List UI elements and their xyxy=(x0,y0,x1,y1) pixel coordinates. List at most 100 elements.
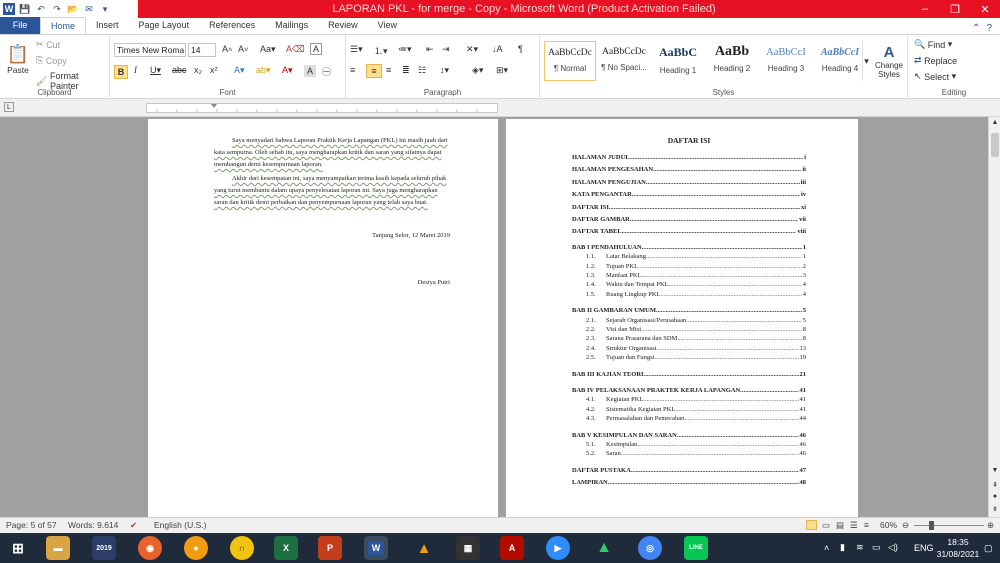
tab-selector-icon[interactable]: L xyxy=(4,102,14,112)
toc-chapter-row[interactable]: BAB V KESIMPULAN DAN SARAN..............… xyxy=(572,431,806,440)
save-icon[interactable]: 💾 xyxy=(19,3,31,15)
excel-icon[interactable]: X xyxy=(274,536,298,560)
shading-icon[interactable]: ◈▾ xyxy=(472,65,483,76)
customize-qat-icon[interactable]: ▾ xyxy=(99,3,111,15)
line-app-icon[interactable]: LINE xyxy=(684,536,708,560)
style-heading-2[interactable]: AaBb Heading 2 xyxy=(706,41,758,81)
windows-start-icon[interactable]: ⊞ xyxy=(6,536,30,560)
file-explorer-icon[interactable]: ▬ xyxy=(46,536,70,560)
toc-chapter-row[interactable]: BAB I PENDAHULUAN.......................… xyxy=(572,243,806,252)
zoom-slider-thumb[interactable] xyxy=(929,521,934,530)
toc-subsection-row[interactable]: 4.1. Kegiatan PKL........................… xyxy=(586,395,806,404)
firefox-icon[interactable]: ◉ xyxy=(138,536,162,560)
wifi-icon[interactable]: ≋ xyxy=(856,542,864,553)
vertical-scrollbar[interactable]: ▲ ▼ ⇞ ● ⇟ xyxy=(988,117,1000,517)
author-name[interactable]: Destya Putri xyxy=(328,279,450,286)
bullets-icon[interactable]: ☰▾ xyxy=(350,44,363,55)
video-editor-icon[interactable]: ▦ xyxy=(456,536,480,560)
acrobat-icon[interactable]: A xyxy=(500,536,524,560)
network-icon[interactable]: ▭ xyxy=(872,542,881,553)
first-line-indent-marker[interactable] xyxy=(211,104,217,108)
copy-button[interactable]: ⎘ Copy xyxy=(36,55,67,66)
asian-layout-icon[interactable]: ✕▾ xyxy=(466,44,478,55)
borders-icon[interactable]: ⊞▾ xyxy=(496,65,508,76)
subscript-icon[interactable]: x₂ xyxy=(194,65,202,75)
scroll-down-icon[interactable]: ▼ xyxy=(990,467,1000,474)
tab-review[interactable]: Review xyxy=(318,17,368,34)
toc-row[interactable]: DAFTAR TABEL............................… xyxy=(572,227,806,236)
find-button[interactable]: 🔍 Find ▾ xyxy=(914,39,952,50)
show-marks-icon[interactable]: ¶ xyxy=(518,44,523,54)
zoom-out-icon[interactable]: ⊖ xyxy=(902,520,909,531)
style-normal[interactable]: AaBbCcDc ¶ Normal xyxy=(544,41,596,81)
open-icon[interactable]: 📂 xyxy=(67,3,79,15)
scroll-thumb[interactable] xyxy=(991,133,999,157)
paragraph-closing-2[interactable]: Akhir dari kesempatan ini, saya menyampa… xyxy=(214,173,450,209)
font-color-icon[interactable]: A▾ xyxy=(282,65,293,76)
volume-icon[interactable]: ◁) xyxy=(888,542,898,553)
scroll-up-icon[interactable]: ▲ xyxy=(990,119,1000,126)
toc-subsection-row[interactable]: 1.3. Manfaat PKL.........................… xyxy=(586,271,806,280)
signal-icon[interactable]: ▮ xyxy=(840,542,845,553)
select-button[interactable]: ↖ Select ▾ xyxy=(914,71,956,82)
toc-subsection-row[interactable]: 4.2. Sistematika Kegiatan PKL............… xyxy=(586,405,806,414)
multilevel-list-icon[interactable]: ≔▾ xyxy=(398,44,412,55)
toc-chapter-row[interactable]: BAB II GAMBARAN UMUM....................… xyxy=(572,306,806,315)
style-no-spacing[interactable]: AaBbCcDc ¶ No Spaci... xyxy=(598,41,650,81)
tray-chevron-icon[interactable]: ˄ xyxy=(824,543,829,553)
style-heading-1[interactable]: AaBbC Heading 1 xyxy=(652,41,704,81)
toc-subsection-row[interactable]: 1.1. Latar Belakang......................… xyxy=(586,252,806,261)
email-icon[interactable]: ✉ xyxy=(83,3,95,15)
toc-row[interactable]: HALAMAN JUDUL...........................… xyxy=(572,153,806,162)
distributed-icon[interactable]: ☷ xyxy=(418,65,426,76)
draft-icon[interactable]: ≡ xyxy=(864,520,869,530)
toc-subsection-row[interactable]: 1.5. Ruang Lingkup PKL...................… xyxy=(586,290,806,299)
toc-subsection-row[interactable]: 1.4. Waktu dan Tempat PKL................… xyxy=(586,280,806,289)
page-6[interactable]: DAFTAR ISI HALAMAN JUDUL................… xyxy=(506,119,858,517)
toc-subsection-row[interactable]: 2.2. Visi dan Misi.......................… xyxy=(586,325,806,334)
toc-row[interactable]: HALAMAN PENGUJIAN.......................… xyxy=(572,178,806,187)
font-family-select[interactable]: Times New Roma xyxy=(114,43,186,57)
tab-file[interactable]: File xyxy=(0,17,40,34)
toc-subsection-row[interactable]: 2.5. Tujuan dan Fungsi...................… xyxy=(586,353,806,362)
media-player-icon[interactable]: ● xyxy=(184,536,208,560)
toc-subsection-row[interactable]: 5.2. Saran...............................… xyxy=(586,449,806,458)
document-area[interactable]: Saya menyadari bahwa Laporan Praktik Ker… xyxy=(0,117,988,517)
calendar-app-icon[interactable]: 2019 xyxy=(92,536,116,560)
shrink-font-icon[interactable]: A ˅ xyxy=(238,44,248,54)
text-effects-icon[interactable]: A▾ xyxy=(234,65,245,76)
word-taskbar-icon[interactable]: W xyxy=(364,536,388,560)
numbering-icon[interactable]: ⒈▾ xyxy=(374,44,388,57)
undo-icon[interactable]: ↶ xyxy=(35,3,47,15)
outline-icon[interactable]: ☰ xyxy=(850,520,858,531)
enclose-characters-icon[interactable]: ㊀ xyxy=(322,65,331,78)
notifications-icon[interactable]: ▢ xyxy=(984,543,993,554)
full-screen-reading-icon[interactable]: ▭ xyxy=(822,520,830,531)
align-left-icon[interactable]: ≡ xyxy=(350,65,355,75)
select-browse-object-icon[interactable]: ● xyxy=(990,493,1000,500)
powerpoint-icon[interactable]: P xyxy=(318,536,342,560)
highlight-icon[interactable]: ab▾ xyxy=(256,65,271,76)
zoom-in-icon[interactable]: ⊕ xyxy=(987,520,994,531)
superscript-icon[interactable]: x² xyxy=(210,65,218,75)
toc-row[interactable]: KATA PENGANTAR..........................… xyxy=(572,190,806,199)
toc-row[interactable]: DAFTAR GAMBAR...........................… xyxy=(572,215,806,224)
chrome-icon[interactable]: ◎ xyxy=(638,536,662,560)
toc-subsection-row[interactable]: 2.4. Struktur Organisasi.................… xyxy=(586,344,806,353)
toc-subsection-row[interactable]: 2.3. Sarana Prasarana dan SDM............… xyxy=(586,334,806,343)
proofing-icon[interactable]: ✔ xyxy=(130,520,137,531)
sort-icon[interactable]: ↓A xyxy=(492,44,503,54)
align-center-icon[interactable]: ≡ xyxy=(366,64,382,78)
toc-row[interactable]: HALAMAN PENGESAHAN......................… xyxy=(572,165,806,174)
toc-subsection-row[interactable]: 4.3. Permasalahan dan Pemecahan..........… xyxy=(586,414,806,423)
change-styles-button[interactable]: A Change Styles xyxy=(872,39,906,83)
character-shading-icon[interactable]: A xyxy=(304,65,316,77)
vlc-icon[interactable]: ▲ xyxy=(412,536,436,560)
decrease-indent-icon[interactable]: ⇤ xyxy=(426,44,434,55)
redo-icon[interactable]: ↷ xyxy=(51,3,63,15)
tab-mailings[interactable]: Mailings xyxy=(265,17,318,34)
grow-font-icon[interactable]: A ˄ xyxy=(222,44,232,54)
toc-row[interactable]: DAFTAR ISI..............................… xyxy=(572,203,806,212)
paragraph-closing-1[interactable]: Saya menyadari bahwa Laporan Praktik Ker… xyxy=(214,135,450,171)
toc-chapter-row[interactable]: BAB IV PELAKSANAAN PRAKTEK KERJA LAPANGA… xyxy=(572,386,806,395)
